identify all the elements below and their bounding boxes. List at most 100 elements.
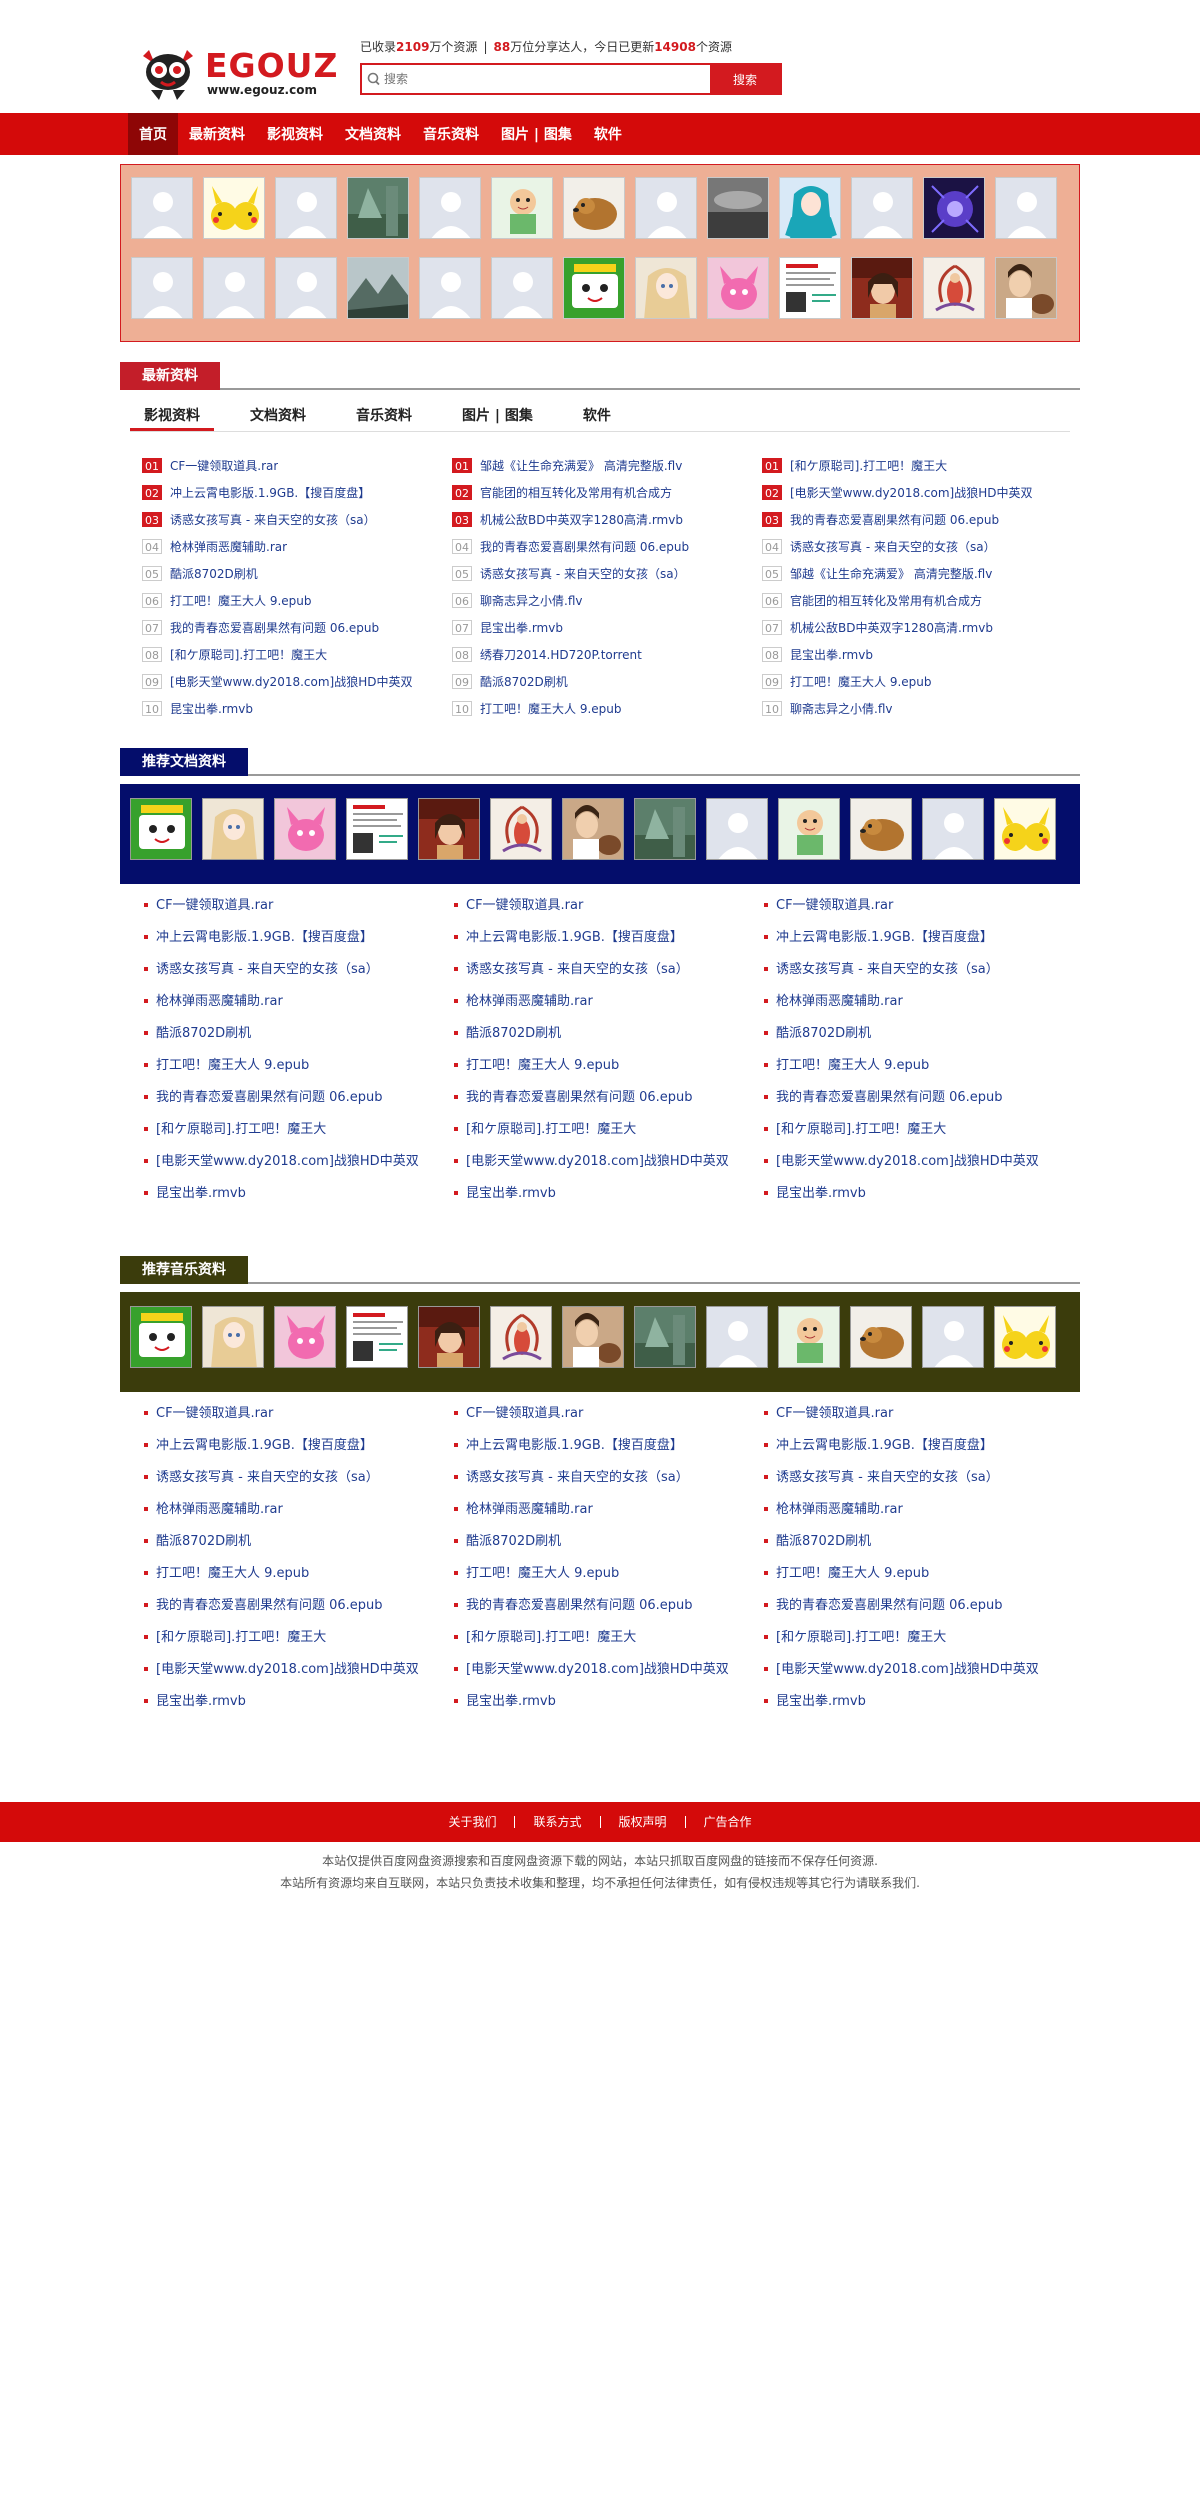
ranking-item[interactable]: 09 酷派8702D刷机 (452, 668, 762, 695)
ranking-link[interactable]: 官能团的相互转化及常用有机合成方 (790, 592, 982, 609)
list-link[interactable]: 酷派8702D刷机 (764, 1018, 1074, 1050)
ranking-link[interactable]: 聊斋志异之小倩.flv (480, 592, 582, 609)
ranking-link[interactable]: 邹越《让生命充满爱》 高清完整版.flv (480, 457, 682, 474)
user-avatar-thumbnail[interactable] (779, 177, 841, 239)
ranking-link[interactable]: 我的青春恋爱喜剧果然有问题 06.epub (790, 511, 999, 528)
list-link[interactable]: 昆宝出拳.rmvb (764, 1686, 1074, 1718)
nav-item-2[interactable]: 影视资料 (256, 113, 334, 155)
list-link[interactable]: [和ケ原聪司].打工吧！魔王大 (454, 1114, 764, 1146)
list-link[interactable]: 我的青春恋爱喜剧果然有问题 06.epub (454, 1082, 764, 1114)
ranking-link[interactable]: 我的青春恋爱喜剧果然有问题 06.epub (170, 619, 379, 636)
ranking-item[interactable]: 05 诱惑女孩写真 - 来自天空的女孩（sa） (452, 560, 762, 587)
list-link[interactable]: CF一键领取道具.rar (144, 1398, 454, 1430)
list-link[interactable]: 诱惑女孩写真 - 来自天空的女孩（sa） (144, 1462, 454, 1494)
user-avatar-thumbnail[interactable] (707, 257, 769, 319)
ranking-item[interactable]: 01 邹越《让生命充满爱》 高清完整版.flv (452, 452, 762, 479)
gallery-thumbnail[interactable] (562, 1306, 624, 1368)
ranking-item[interactable]: 07 我的青春恋爱喜剧果然有问题 06.epub (142, 614, 452, 641)
nav-item-4[interactable]: 音乐资料 (412, 113, 490, 155)
ranking-item[interactable]: 04 我的青春恋爱喜剧果然有问题 06.epub (452, 533, 762, 560)
ranking-link[interactable]: 我的青春恋爱喜剧果然有问题 06.epub (480, 538, 689, 555)
ranking-link[interactable]: [和ケ原聪司].打工吧！魔王大 (790, 457, 947, 474)
ranking-link[interactable]: [和ケ原聪司].打工吧！魔王大 (170, 646, 327, 663)
search-button[interactable]: 搜索 (710, 65, 780, 93)
list-link[interactable]: CF一键领取道具.rar (454, 890, 764, 922)
list-link[interactable]: 酷派8702D刷机 (144, 1526, 454, 1558)
ranking-item[interactable]: 05 酷派8702D刷机 (142, 560, 452, 587)
tab-3[interactable]: 图片 | 图集 (448, 400, 547, 431)
ranking-link[interactable]: 官能团的相互转化及常用有机合成方 (480, 484, 672, 501)
list-link[interactable]: [和ケ原聪司].打工吧！魔王大 (454, 1622, 764, 1654)
ranking-link[interactable]: 诱惑女孩写真 - 来自天空的女孩（sa） (170, 511, 376, 528)
user-avatar-thumbnail[interactable] (491, 177, 553, 239)
list-link[interactable]: 酷派8702D刷机 (454, 1526, 764, 1558)
ranking-link[interactable]: 打工吧！魔王大人 9.epub (170, 592, 312, 609)
user-avatar-thumbnail[interactable] (635, 177, 697, 239)
list-link[interactable]: 昆宝出拳.rmvb (764, 1178, 1074, 1210)
list-link[interactable]: [电影天堂www.dy2018.com]战狼HD中英双 (454, 1654, 764, 1686)
list-link[interactable]: 冲上云霄电影版.1.9GB.【搜百度盘】 (144, 1430, 454, 1462)
user-avatar-thumbnail[interactable] (563, 177, 625, 239)
ranking-item[interactable]: 01 CF一键领取道具.rar (142, 452, 452, 479)
list-link[interactable]: 打工吧！魔王大人 9.epub (454, 1558, 764, 1590)
list-link[interactable]: 打工吧！魔王大人 9.epub (764, 1558, 1074, 1590)
list-link[interactable]: [和ケ原聪司].打工吧！魔王大 (144, 1622, 454, 1654)
user-avatar-thumbnail[interactable] (275, 257, 337, 319)
gallery-thumbnail[interactable] (922, 1306, 984, 1368)
user-avatar-thumbnail[interactable] (275, 177, 337, 239)
ranking-link[interactable]: 枪林弹雨恶魔辅助.rar (170, 538, 287, 555)
gallery-thumbnail[interactable] (994, 1306, 1056, 1368)
gallery-thumbnail[interactable] (778, 798, 840, 860)
ranking-item[interactable]: 05 邹越《让生命充满爱》 高清完整版.flv (762, 560, 1072, 587)
ranking-item[interactable]: 07 机械公敌BD中英双字1280高清.rmvb (762, 614, 1072, 641)
list-link[interactable]: 我的青春恋爱喜剧果然有问题 06.epub (454, 1590, 764, 1622)
ranking-link[interactable]: 聊斋志异之小倩.flv (790, 700, 892, 717)
list-link[interactable]: 冲上云霄电影版.1.9GB.【搜百度盘】 (764, 922, 1074, 954)
tab-4[interactable]: 软件 (569, 400, 625, 431)
list-link[interactable]: 冲上云霄电影版.1.9GB.【搜百度盘】 (144, 922, 454, 954)
user-avatar-thumbnail[interactable] (923, 257, 985, 319)
tab-0[interactable]: 影视资料 (130, 400, 214, 431)
user-avatar-thumbnail[interactable] (707, 177, 769, 239)
list-link[interactable]: 昆宝出拳.rmvb (454, 1178, 764, 1210)
nav-item-6[interactable]: 软件 (583, 113, 633, 155)
footer-link-0[interactable]: 关于我们 (430, 1816, 514, 1828)
user-avatar-thumbnail[interactable] (131, 177, 193, 239)
list-link[interactable]: [电影天堂www.dy2018.com]战狼HD中英双 (764, 1146, 1074, 1178)
user-avatar-thumbnail[interactable] (203, 257, 265, 319)
list-link[interactable]: 冲上云霄电影版.1.9GB.【搜百度盘】 (454, 1430, 764, 1462)
user-avatar-thumbnail[interactable] (851, 257, 913, 319)
list-link[interactable]: 昆宝出拳.rmvb (454, 1686, 764, 1718)
list-link[interactable]: [电影天堂www.dy2018.com]战狼HD中英双 (144, 1654, 454, 1686)
list-link[interactable]: 诱惑女孩写真 - 来自天空的女孩（sa） (764, 954, 1074, 986)
list-link[interactable]: 酷派8702D刷机 (454, 1018, 764, 1050)
gallery-thumbnail[interactable] (634, 798, 696, 860)
ranking-link[interactable]: 昆宝出拳.rmvb (170, 700, 253, 717)
ranking-item[interactable]: 03 机械公敌BD中英双字1280高清.rmvb (452, 506, 762, 533)
ranking-item[interactable]: 10 昆宝出拳.rmvb (142, 695, 452, 722)
gallery-thumbnail[interactable] (418, 1306, 480, 1368)
list-link[interactable]: 诱惑女孩写真 - 来自天空的女孩（sa） (764, 1462, 1074, 1494)
ranking-item[interactable]: 02 冲上云霄电影版.1.9GB.【搜百度盘】 (142, 479, 452, 506)
tab-1[interactable]: 文档资料 (236, 400, 320, 431)
gallery-thumbnail[interactable] (130, 1306, 192, 1368)
ranking-link[interactable]: 冲上云霄电影版.1.9GB.【搜百度盘】 (170, 484, 370, 501)
ranking-link[interactable]: 酷派8702D刷机 (480, 673, 568, 690)
user-avatar-thumbnail[interactable] (563, 257, 625, 319)
tab-2[interactable]: 音乐资料 (342, 400, 426, 431)
gallery-thumbnail[interactable] (274, 798, 336, 860)
list-link[interactable]: [电影天堂www.dy2018.com]战狼HD中英双 (144, 1146, 454, 1178)
ranking-item[interactable]: 09 打工吧！魔王大人 9.epub (762, 668, 1072, 695)
ranking-item[interactable]: 08 [和ケ原聪司].打工吧！魔王大 (142, 641, 452, 668)
ranking-item[interactable]: 03 诱惑女孩写真 - 来自天空的女孩（sa） (142, 506, 452, 533)
ranking-item[interactable]: 01 [和ケ原聪司].打工吧！魔王大 (762, 452, 1072, 479)
gallery-thumbnail[interactable] (850, 798, 912, 860)
list-link[interactable]: 枪林弹雨恶魔辅助.rar (764, 986, 1074, 1018)
ranking-link[interactable]: 昆宝出拳.rmvb (480, 619, 563, 636)
ranking-link[interactable]: 邹越《让生命充满爱》 高清完整版.flv (790, 565, 992, 582)
gallery-thumbnail[interactable] (418, 798, 480, 860)
user-avatar-thumbnail[interactable] (203, 177, 265, 239)
nav-item-3[interactable]: 文档资料 (334, 113, 412, 155)
list-link[interactable]: 诱惑女孩写真 - 来自天空的女孩（sa） (144, 954, 454, 986)
nav-item-5[interactable]: 图片 | 图集 (490, 113, 583, 155)
